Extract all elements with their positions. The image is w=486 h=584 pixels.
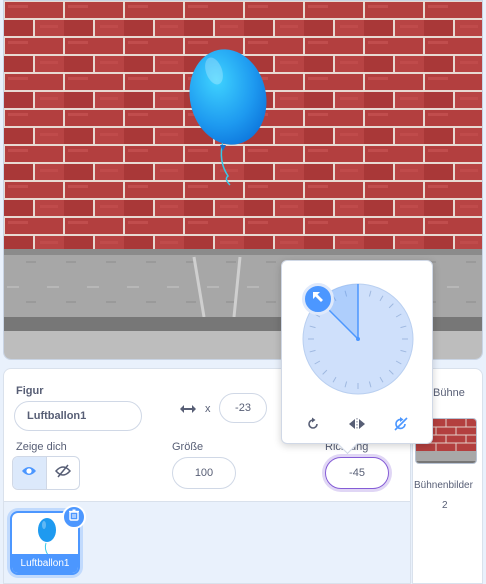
eye-icon: [21, 464, 37, 482]
dont-rotate-icon: [393, 416, 409, 437]
rotate-around-button[interactable]: [300, 415, 326, 437]
stage-title: Bühne: [433, 387, 465, 399]
backdrops-count: 2: [442, 500, 448, 511]
direction-popover: [281, 260, 433, 444]
figure-label: Figur: [16, 385, 44, 397]
delete-sprite-button[interactable]: [62, 505, 86, 529]
direction-handle[interactable]: [302, 283, 334, 315]
scratch-editor: Figur Luftballon1 x -23 Zeige dich Größe…: [0, 0, 486, 584]
size-label: Größe: [172, 441, 204, 453]
x-input[interactable]: -23: [219, 393, 267, 423]
direction-input[interactable]: -45: [325, 457, 389, 489]
sprite-tile-name: Luftballon1: [12, 554, 78, 573]
left-right-icon: [348, 417, 366, 435]
show-sprite-button[interactable]: [13, 457, 46, 489]
x-position-icon: [179, 402, 197, 420]
left-right-button[interactable]: [344, 415, 370, 437]
x-label: x: [205, 403, 211, 415]
arrow-up-left-icon: [311, 290, 325, 309]
dont-rotate-button[interactable]: [388, 415, 414, 437]
visibility-toggle: [12, 456, 80, 490]
sprite-name-input[interactable]: Luftballon1: [14, 401, 142, 431]
rotate-around-icon: [306, 417, 320, 436]
trash-icon: [68, 508, 80, 526]
hide-sprite-button[interactable]: [45, 457, 79, 489]
show-label: Zeige dich: [16, 441, 67, 453]
size-input[interactable]: 100: [172, 457, 236, 489]
backdrops-label: Bühnenbilder: [414, 480, 473, 491]
eye-slash-icon: [54, 464, 71, 483]
